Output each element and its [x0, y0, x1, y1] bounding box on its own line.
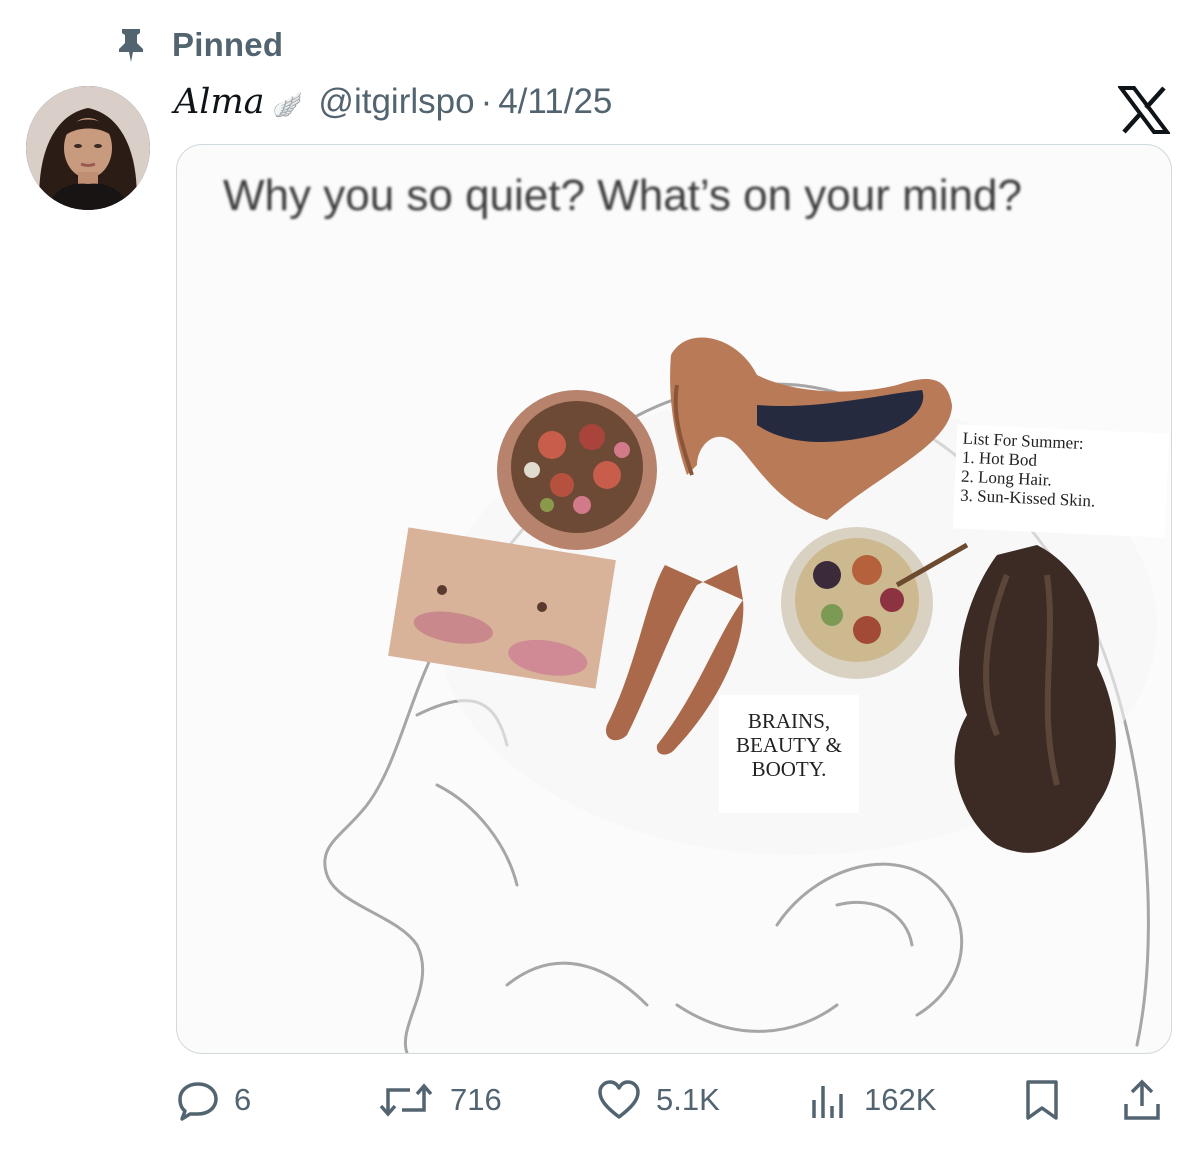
like-button[interactable]: 5.1K [596, 1078, 720, 1122]
x-logo-icon[interactable] [1117, 86, 1171, 139]
share-icon [1122, 1078, 1162, 1122]
reply-icon [176, 1078, 220, 1122]
wings-emoji: 🪽 [272, 92, 303, 119]
fig-bowl-image [497, 390, 657, 550]
bookmark-icon [1022, 1078, 1062, 1122]
reply-button[interactable]: 6 [176, 1078, 251, 1122]
pinned-indicator: Pinned [116, 26, 283, 64]
repost-button[interactable]: 716 [376, 1078, 502, 1122]
meme-caption: Why you so quiet? What’s on your mind? [223, 171, 1022, 220]
post-date[interactable]: 4/11/25 [498, 82, 612, 122]
bookmark-button[interactable] [1022, 1078, 1062, 1122]
display-name[interactable]: Alma [174, 82, 265, 122]
brains-beauty-booty-note: BRAINS, BEAUTY & BOOTY. [719, 695, 859, 813]
post-media[interactable]: Why you so quiet? What’s on your mind? L… [176, 144, 1172, 1054]
brains-line: BRAINS, [747, 709, 831, 733]
reply-count: 6 [234, 1082, 252, 1117]
like-icon [596, 1078, 642, 1122]
avatar[interactable] [26, 86, 150, 210]
like-count: 5.1K [656, 1082, 720, 1117]
post-header: Alma 🪽 @itgirlspo · 4/11/25 [174, 82, 612, 122]
brains-line: BEAUTY & [736, 733, 842, 757]
views-count: 162K [864, 1082, 937, 1117]
repost-icon [376, 1078, 436, 1122]
pinned-label: Pinned [172, 26, 284, 63]
share-button[interactable] [1122, 1078, 1162, 1122]
summer-list-note: List For Summer: 1. Hot Bod 2. Long Hair… [952, 424, 1170, 538]
separator-dot: · [480, 82, 493, 121]
user-handle[interactable]: @itgirlspo [318, 82, 474, 122]
head-sketch-illustration [323, 337, 1157, 1053]
action-bar: 6 716 5.1K 162K [176, 1078, 1170, 1132]
views-button[interactable]: 162K [806, 1078, 936, 1122]
pin-icon [116, 27, 146, 63]
views-icon [806, 1078, 850, 1122]
brains-line: BOOTY. [751, 757, 827, 781]
repost-count: 716 [450, 1082, 502, 1117]
